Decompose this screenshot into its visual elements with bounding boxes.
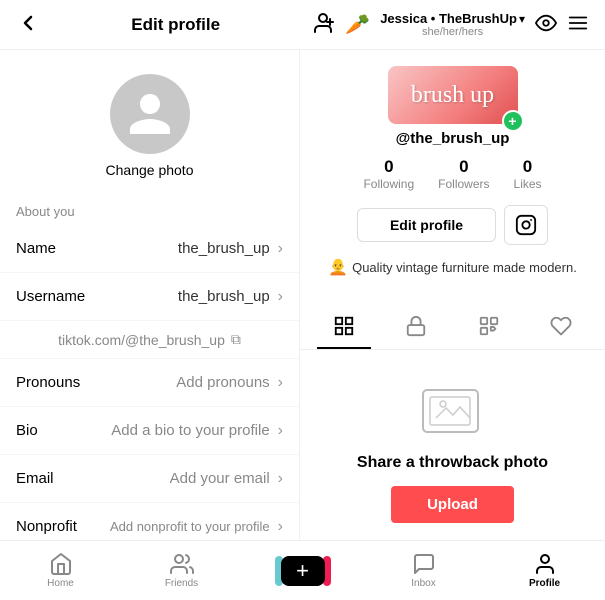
nonprofit-label: Nonprofit: [16, 518, 106, 535]
tab-liked[interactable]: [534, 305, 588, 349]
tab-grid[interactable]: [317, 305, 371, 349]
about-section-label: About you: [0, 194, 299, 225]
nav-create[interactable]: +: [273, 556, 333, 586]
name-field-row[interactable]: Name the_brush_up ›: [0, 225, 299, 273]
following-count: 0: [384, 157, 393, 177]
nav-home[interactable]: Home: [31, 552, 91, 589]
nonprofit-chevron-icon: ›: [278, 518, 283, 536]
instagram-link-button[interactable]: [504, 205, 548, 245]
nav-inbox-label: Inbox: [411, 578, 435, 589]
followers-count: 0: [459, 157, 468, 177]
photo-section: Change photo: [0, 50, 299, 194]
username-label: Username: [16, 288, 106, 305]
top-bar: Edit profile 🥕 Jessica • TheBrushUp ▾ sh…: [0, 0, 605, 50]
bio-text: Quality vintage furniture made modern.: [352, 260, 577, 275]
nav-profile[interactable]: Profile: [515, 552, 575, 589]
bottom-nav: Home Friends + Inbox Profile: [0, 540, 605, 600]
back-button[interactable]: [16, 11, 40, 38]
throwback-section: Share a throwback photo Upload: [300, 350, 605, 553]
nav-friends[interactable]: Friends: [152, 552, 212, 589]
bio-field-row[interactable]: Bio Add a bio to your profile ›: [0, 407, 299, 455]
throwback-title: Share a throwback photo: [357, 454, 548, 472]
avatar[interactable]: [110, 74, 190, 154]
name-value: the_brush_up: [106, 240, 274, 257]
email-value: Add your email: [106, 470, 274, 487]
followers-label: Followers: [438, 177, 489, 191]
nav-home-label: Home: [47, 578, 74, 589]
name-label: Name: [16, 240, 106, 257]
menu-button[interactable]: [567, 12, 589, 37]
right-panel: brush up + @the_brush_up 0 Following 0 F…: [300, 50, 605, 600]
bio-label: Bio: [16, 422, 106, 439]
url-text: tiktok.com/@the_brush_up: [58, 332, 225, 348]
profile-name: Jessica • TheBrushUp: [380, 11, 517, 26]
likes-count: 0: [523, 157, 532, 177]
edit-profile-row: Edit profile: [357, 205, 548, 245]
top-bar-right: 🥕 Jessica • TheBrushUp ▾ she/her/hers: [311, 11, 589, 38]
main-layout: Change photo About you Name the_brush_up…: [0, 50, 605, 600]
create-button-inner: +: [281, 556, 325, 586]
throwback-icon: [418, 380, 488, 440]
pronouns-field-row[interactable]: Pronouns Add pronouns ›: [0, 359, 299, 407]
profile-card: brush up + @the_brush_up 0 Following 0 F…: [300, 50, 605, 305]
bio-value: Add a bio to your profile: [106, 422, 274, 439]
likes-stat: 0 Likes: [514, 157, 542, 191]
nonprofit-value: Add nonprofit to your profile: [106, 519, 274, 534]
nav-profile-label: Profile: [529, 578, 560, 589]
profile-tab-bar: [300, 305, 605, 350]
profile-handle: @the_brush_up: [396, 130, 510, 147]
following-label: Following: [363, 177, 414, 191]
followers-stat: 0 Followers: [438, 157, 489, 191]
email-chevron-icon: ›: [278, 470, 283, 488]
email-label: Email: [16, 470, 106, 487]
pronouns-label: Pronouns: [16, 374, 106, 391]
username-chevron-icon: ›: [278, 288, 283, 306]
pencil-button[interactable]: 🥕: [345, 12, 370, 37]
copy-icon[interactable]: ⧉: [231, 331, 241, 348]
nav-friends-label: Friends: [165, 578, 198, 589]
pronouns-value: Add pronouns: [106, 374, 274, 391]
profile-identity: Jessica • TheBrushUp ▾ she/her/hers: [380, 11, 525, 38]
add-photo-button[interactable]: +: [502, 110, 524, 132]
edit-profile-button[interactable]: Edit profile: [357, 208, 496, 242]
create-button-wrapper[interactable]: +: [281, 556, 325, 586]
username-value: the_brush_up: [106, 288, 274, 305]
add-user-button[interactable]: [311, 11, 335, 38]
bio-line: 🧑‍🦲 Quality vintage furniture made moder…: [328, 257, 577, 277]
pronouns-chevron-icon: ›: [278, 374, 283, 392]
likes-label: Likes: [514, 177, 542, 191]
email-field-row[interactable]: Email Add your email ›: [0, 455, 299, 503]
profile-banner: brush up +: [388, 66, 518, 124]
tab-lock[interactable]: [389, 305, 443, 349]
following-stat: 0 Following: [363, 157, 414, 191]
left-panel: Change photo About you Name the_brush_up…: [0, 50, 300, 600]
name-chevron-icon: ›: [278, 240, 283, 258]
bio-chevron-icon: ›: [278, 422, 283, 440]
banner-text: brush up: [411, 82, 494, 109]
username-field-row[interactable]: Username the_brush_up ›: [0, 273, 299, 321]
stats-row: 0 Following 0 Followers 0 Likes: [363, 157, 541, 191]
create-icon: +: [296, 560, 309, 582]
tab-repost[interactable]: [462, 305, 516, 349]
url-row[interactable]: tiktok.com/@the_brush_up ⧉: [0, 321, 299, 359]
dropdown-icon[interactable]: ▾: [519, 12, 525, 26]
change-photo-label[interactable]: Change photo: [106, 162, 194, 178]
upload-button[interactable]: Upload: [391, 486, 514, 523]
page-title: Edit profile: [131, 15, 220, 35]
pronouns-tag: she/her/hers: [422, 26, 483, 38]
nav-inbox[interactable]: Inbox: [394, 552, 454, 589]
eye-button[interactable]: [535, 12, 557, 37]
